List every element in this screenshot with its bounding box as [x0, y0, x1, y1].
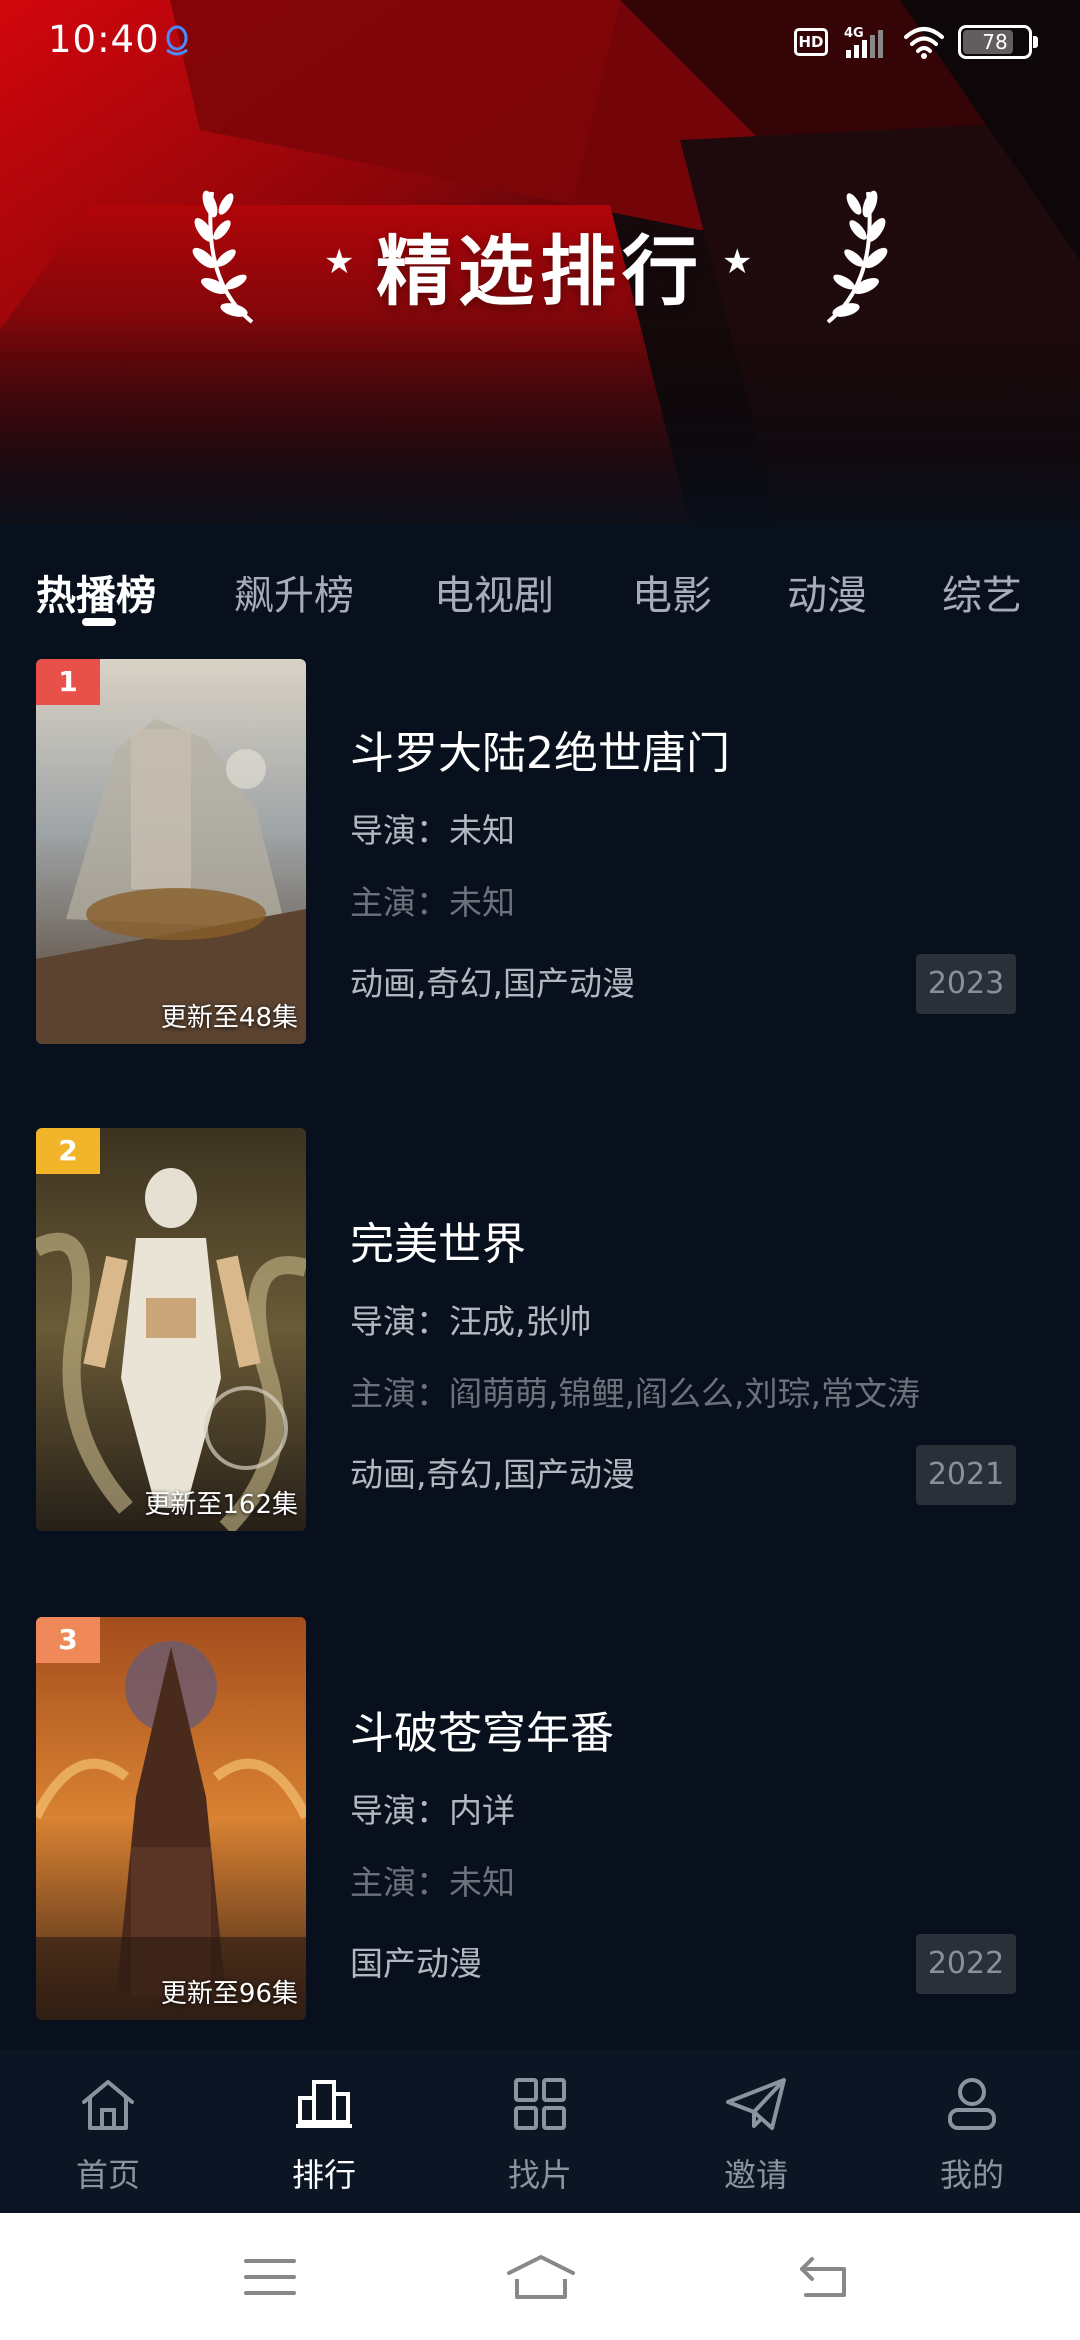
- episode-update: 更新至48集: [160, 1003, 298, 1033]
- status-indicators: HD 4G 78: [794, 22, 1038, 62]
- episode-update: 更新至96集: [160, 1979, 298, 2009]
- network-type: 4G: [844, 26, 864, 41]
- poster-image[interactable]: 2 更新至162集: [36, 1128, 306, 1531]
- item-title[interactable]: 斗破苍穹年番: [350, 1697, 614, 1761]
- tab-movies[interactable]: 电影: [632, 563, 712, 621]
- battery-indicator: 78: [958, 25, 1038, 59]
- laurel-right-icon: [826, 190, 888, 324]
- cellular-signal-icon: 4G: [844, 26, 883, 58]
- item-genre: 动画,奇幻,国产动漫: [350, 1455, 635, 1494]
- nav-label: 排行: [291, 2156, 356, 2194]
- item-title[interactable]: 完美世界: [350, 1208, 526, 1272]
- status-bar: 10:40 HD 4G 78: [0, 0, 1080, 84]
- battery-level: 78: [982, 30, 1008, 54]
- home-outline-icon[interactable]: [505, 2251, 577, 2303]
- year-badge: 2023: [916, 954, 1016, 1014]
- grid-icon: [514, 2078, 566, 2130]
- nav-discover[interactable]: 找片: [432, 2050, 648, 2213]
- tab-rising[interactable]: 飙升榜: [234, 563, 354, 621]
- nav-label: 我的: [939, 2156, 1004, 2194]
- poster-artwork: [36, 659, 306, 1044]
- home-icon: [82, 2080, 134, 2130]
- poster-artwork: [36, 1128, 306, 1531]
- list-item[interactable]: 1 更新至48集 斗罗大陆2绝世唐门 导演：未知 主演：未知 动画,奇幻,国产动…: [0, 659, 1080, 1069]
- poster-image[interactable]: 1 更新至48集: [36, 659, 306, 1044]
- star-right-icon: ★: [722, 242, 753, 282]
- item-director: 导演：未知: [350, 811, 515, 850]
- item-cast: 主演：未知: [350, 1863, 515, 1902]
- tab-variety[interactable]: 综艺: [942, 563, 1022, 621]
- tab-anime[interactable]: 动漫: [787, 563, 867, 621]
- qq-notification-icon: [166, 25, 188, 56]
- nav-profile[interactable]: 我的: [864, 2050, 1080, 2213]
- item-title[interactable]: 斗罗大陆2绝世唐门: [350, 717, 730, 781]
- item-genre: 国产动漫: [350, 1944, 482, 1983]
- nav-label: 找片: [507, 2156, 572, 2194]
- item-cast: 主演：阎萌萌,锦鲤,阎么么,刘琮,常文涛: [350, 1374, 920, 1413]
- nav-label: 邀请: [723, 2156, 788, 2194]
- tab-hot[interactable]: 热播榜: [36, 563, 156, 621]
- user-icon: [948, 2078, 996, 2130]
- item-director: 导演：汪成,张帅: [350, 1302, 592, 1341]
- banner-title-row: ★ 精选排行 ★: [0, 170, 1080, 350]
- back-icon[interactable]: [792, 2251, 856, 2303]
- year-badge: 2021: [916, 1445, 1016, 1505]
- item-genre: 动画,奇幻,国产动漫: [350, 964, 635, 1003]
- page-title: 精选排行: [376, 227, 704, 316]
- hd-badge: HD: [794, 28, 828, 56]
- nav-ranking[interactable]: 排行: [216, 2050, 432, 2213]
- nav-invite[interactable]: 邀请: [648, 2050, 864, 2213]
- rank-badge: 2: [36, 1128, 100, 1174]
- rank-badge: 3: [36, 1617, 100, 1663]
- category-tabs: 热播榜 飙升榜 电视剧 电影 动漫 综艺: [0, 525, 1080, 655]
- system-navigation-bar: [0, 2213, 1080, 2340]
- menu-icon[interactable]: [238, 2251, 302, 2303]
- ranking-icon: [296, 2080, 352, 2128]
- tab-tv-series[interactable]: 电视剧: [434, 563, 554, 621]
- wifi-icon: [904, 27, 944, 59]
- active-tab-indicator: [82, 618, 116, 626]
- poster-image[interactable]: 3 更新至96集: [36, 1617, 306, 2020]
- item-director: 导演：内详: [350, 1791, 515, 1830]
- nav-home[interactable]: 首页: [0, 2050, 216, 2213]
- list-item[interactable]: 3 更新至96集 斗破苍穹年番 导演：内详 主演：未知 国产动漫 2022: [0, 1617, 1080, 2027]
- poster-artwork: [36, 1617, 306, 2020]
- rank-badge: 1: [36, 659, 100, 705]
- nav-label: 首页: [75, 2156, 140, 2194]
- header-banner: 10:40 HD 4G 78 ★ 精选排行 ★: [0, 0, 1080, 525]
- year-badge: 2022: [916, 1934, 1016, 1994]
- episode-update: 更新至162集: [144, 1490, 298, 1520]
- status-time: 10:40: [48, 18, 160, 61]
- paper-plane-icon: [726, 2078, 786, 2130]
- ranking-list: 1 更新至48集 斗罗大陆2绝世唐门 导演：未知 主演：未知 动画,奇幻,国产动…: [0, 655, 1080, 2050]
- bottom-navigation: 首页 排行 找片 邀请 我的: [0, 2050, 1080, 2213]
- list-item[interactable]: 2 更新至162集 完美世界 导演：汪成,张帅 主演：阎萌萌,锦鲤,阎么么,刘琮…: [0, 1128, 1080, 1538]
- item-cast: 主演：未知: [350, 883, 515, 922]
